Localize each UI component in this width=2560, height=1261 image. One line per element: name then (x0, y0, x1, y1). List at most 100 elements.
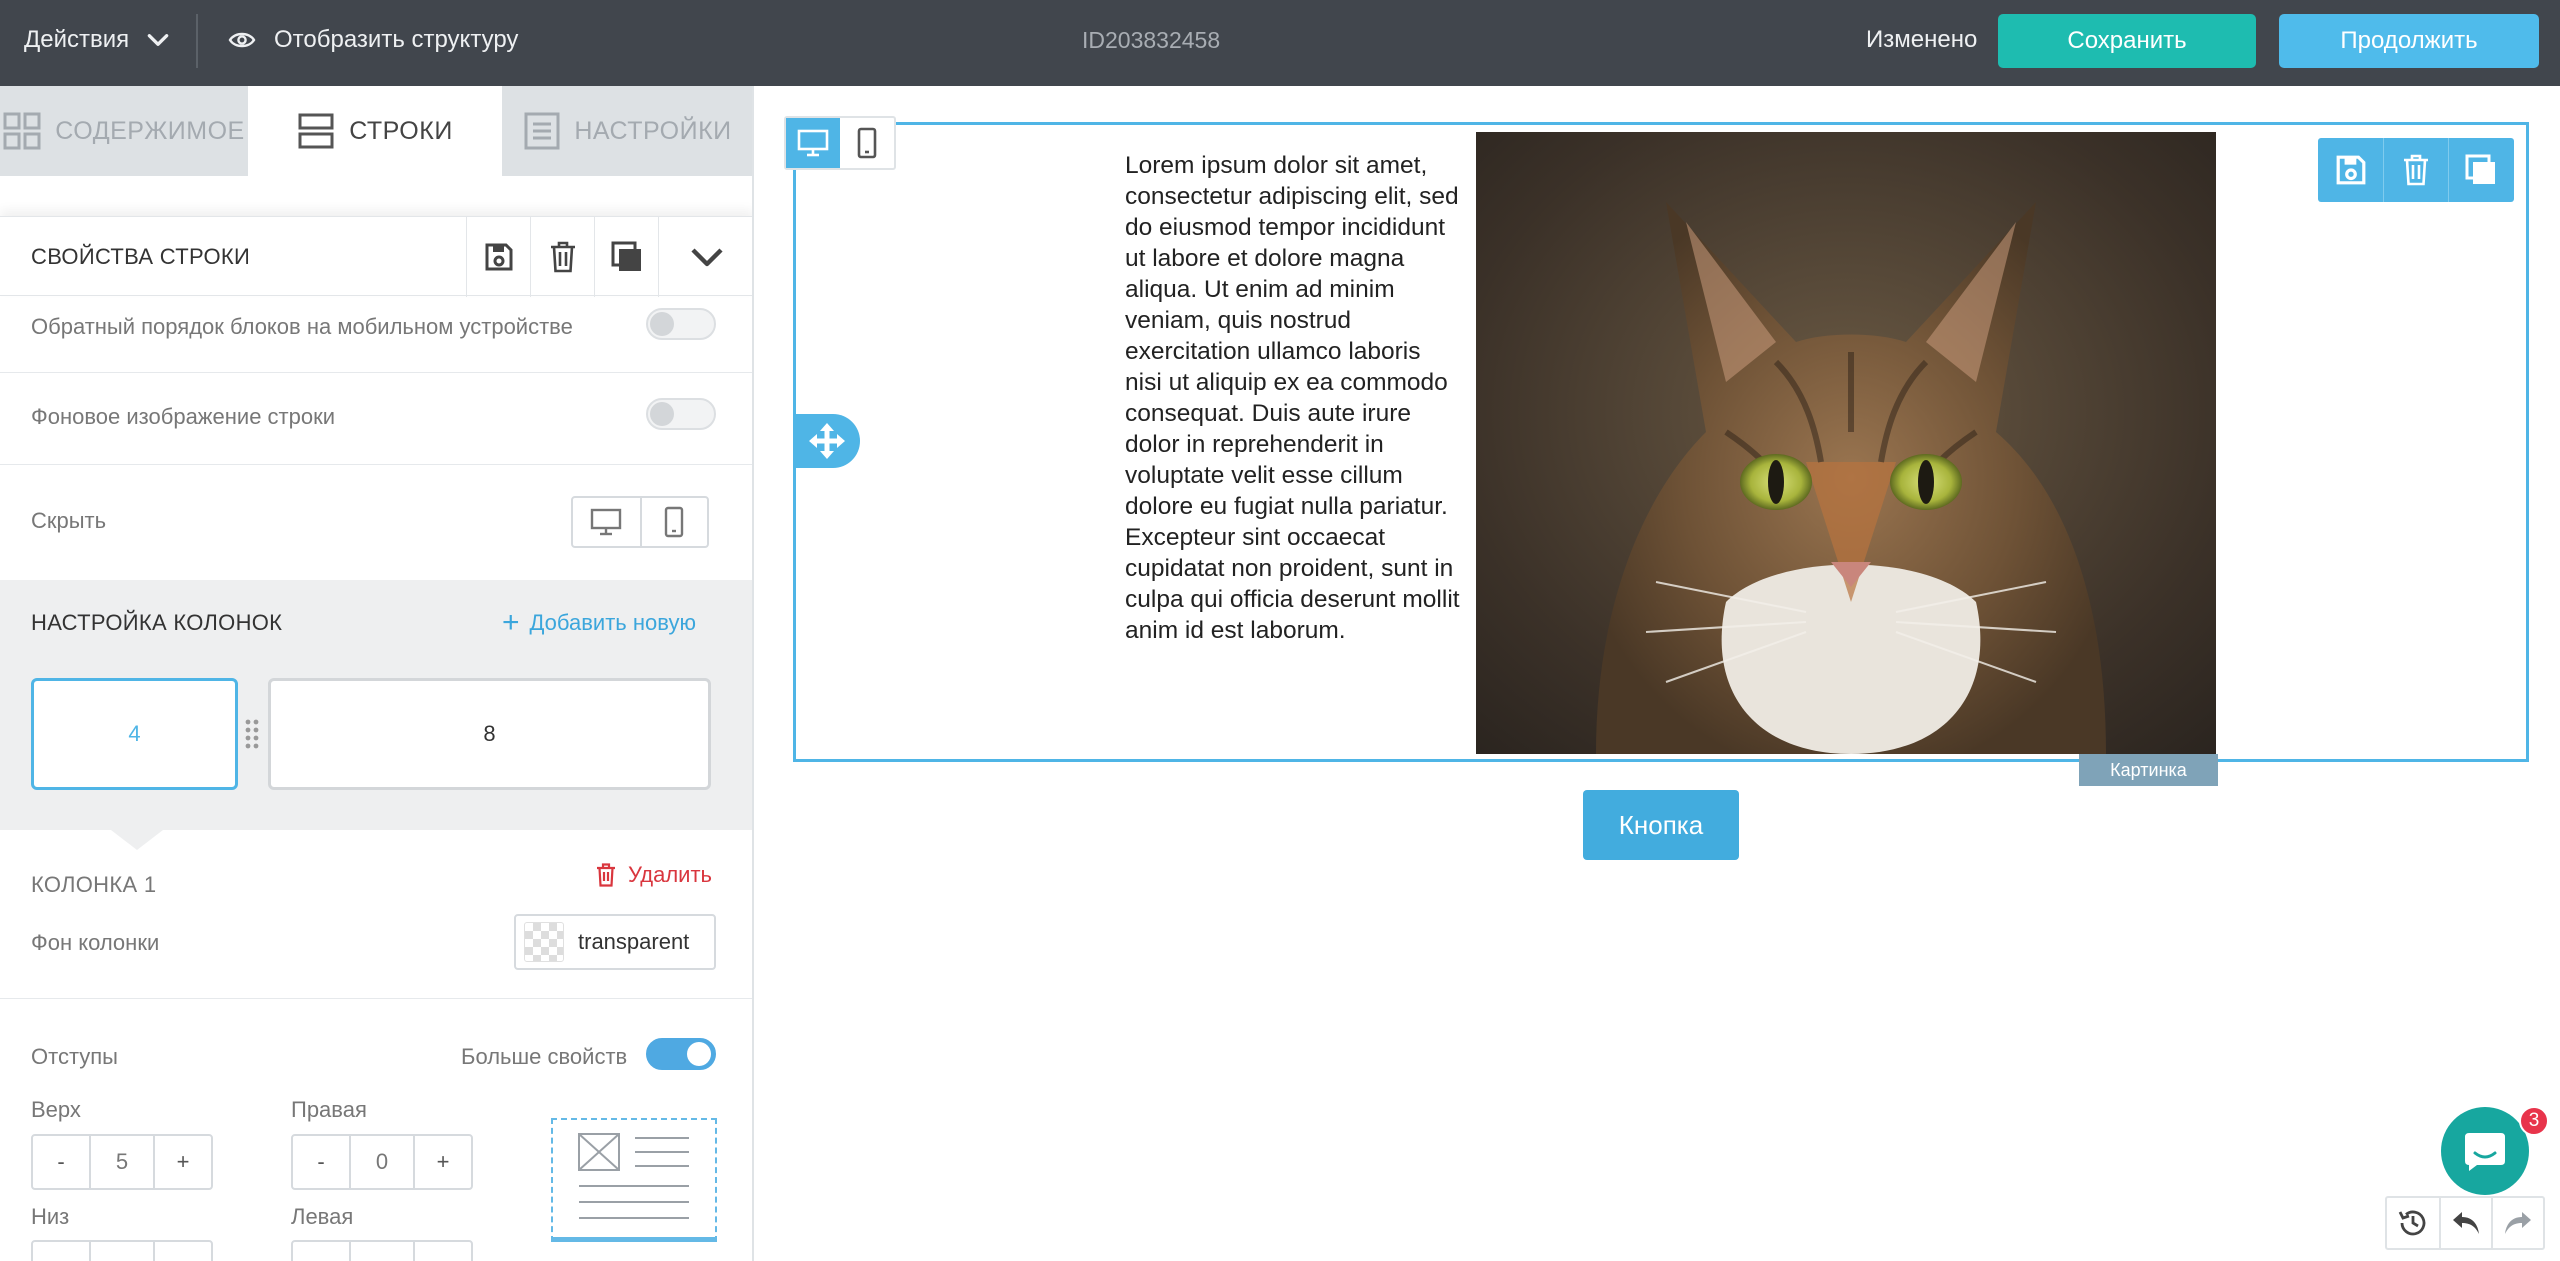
delete-column-label: Удалить (628, 862, 712, 887)
text-block[interactable]: Lorem ipsum dolor sit amet, consectetur … (1125, 150, 1460, 646)
tab-settings-label: НАСТРОЙКИ (574, 116, 732, 145)
padding-title: Отступы (31, 1044, 118, 1069)
rows-icon (298, 113, 334, 149)
undo-button[interactable] (2439, 1198, 2491, 1248)
drag-handle-icon[interactable] (244, 718, 260, 752)
column-2-box[interactable]: 8 (268, 678, 711, 790)
duplicate-icon (2465, 154, 2495, 184)
desktop-icon (797, 129, 829, 157)
padding-bottom-label: Низ (31, 1204, 70, 1229)
selected-column-pointer (111, 830, 163, 850)
desktop-view-button[interactable] (786, 118, 840, 168)
floppy-disk-icon (2336, 155, 2365, 185)
delete-row-button[interactable] (530, 217, 594, 297)
more-props-toggle[interactable] (646, 1038, 716, 1070)
image-block-tag: Картинка (2079, 754, 2218, 786)
top-bar: Действия Отобразить структуру ID20383245… (0, 0, 2560, 86)
chevron-down-icon (690, 248, 723, 267)
settings-panel: СОДЕРЖИМОЕ СТРОКИ НАСТРОЙКИ СВОЙСТВА СТР… (0, 86, 754, 1261)
hide-desktop-button[interactable] (573, 498, 640, 546)
trash-icon (2404, 154, 2428, 186)
save-row-button[interactable] (466, 217, 530, 297)
canvas-button-block[interactable]: Кнопка (1583, 790, 1739, 860)
row-toolbar (2318, 138, 2514, 202)
padding-top-decrement[interactable]: - (33, 1136, 89, 1188)
reverse-mobile-toggle[interactable] (646, 308, 716, 340)
desktop-icon (591, 508, 622, 536)
padding-bottom-stepper[interactable] (31, 1240, 213, 1261)
undo-icon (2453, 1212, 2479, 1234)
move-row-handle[interactable] (794, 414, 860, 468)
actions-menu[interactable]: Действия (24, 0, 171, 80)
bg-image-label: Фоновое изображение строки (31, 404, 336, 429)
collapse-button[interactable] (658, 217, 752, 297)
cat-image[interactable] (1476, 132, 2216, 754)
history-icon (2398, 1210, 2426, 1236)
stepper-segment (349, 1242, 415, 1261)
redo-button[interactable] (2491, 1198, 2543, 1248)
divider (0, 464, 752, 465)
column-bg-color-picker[interactable]: transparent (514, 914, 716, 970)
row-properties-header: СВОЙСТВА СТРОКИ (0, 216, 752, 297)
mobile-view-button[interactable] (840, 118, 894, 168)
show-structure-toggle[interactable]: Отобразить структуру (228, 0, 518, 80)
hide-device-group (571, 496, 709, 548)
hide-label: Скрыть (31, 508, 107, 533)
duplicate-row-icon-button[interactable] (2448, 138, 2513, 202)
stepper-segment (155, 1242, 211, 1261)
mobile-icon (857, 127, 877, 159)
tab-rows-label: СТРОКИ (349, 116, 453, 145)
column-bg-label: Фон колонки (31, 930, 160, 955)
add-column-button[interactable]: + Добавить новую (502, 606, 696, 639)
device-switch (784, 116, 896, 170)
history-button[interactable] (2387, 1198, 2439, 1248)
divider (0, 372, 752, 373)
divider (196, 14, 198, 68)
plus-icon: + (502, 606, 520, 639)
trash-icon (550, 241, 575, 273)
stepper-segment (415, 1242, 471, 1261)
delete-row-icon-button[interactable] (2383, 138, 2448, 202)
reverse-mobile-label: Обратный порядок блоков на мобильном уст… (31, 314, 573, 339)
divider (0, 998, 752, 999)
actions-label: Действия (24, 26, 130, 53)
floppy-disk-icon (485, 243, 512, 271)
padding-left-stepper[interactable] (291, 1240, 473, 1261)
padding-layout-preview (551, 1118, 717, 1242)
stepper-segment (293, 1242, 349, 1261)
toggle-knob (687, 1042, 711, 1066)
hide-mobile-button[interactable] (639, 498, 707, 546)
history-controls (2385, 1196, 2545, 1250)
save-status: Изменено (1866, 26, 1978, 53)
padding-right-increment[interactable]: + (415, 1136, 471, 1188)
padding-left-label: Левая (291, 1204, 354, 1229)
column-1-box[interactable]: 4 (31, 678, 238, 790)
bg-image-toggle[interactable] (646, 398, 716, 430)
toggle-knob (650, 312, 674, 336)
document-icon (524, 112, 560, 150)
save-button[interactable]: Сохранить (1998, 14, 2256, 68)
padding-top-increment[interactable]: + (155, 1136, 211, 1188)
save-row-icon-button[interactable] (2318, 138, 2383, 202)
duplicate-row-button[interactable] (594, 217, 658, 297)
padding-top-value[interactable]: 5 (89, 1136, 155, 1188)
chat-icon (2465, 1133, 2505, 1171)
row-properties-title: СВОЙСТВА СТРОКИ (31, 244, 251, 269)
add-column-label: Добавить новую (529, 610, 696, 635)
tab-content-label: СОДЕРЖИМОЕ (55, 116, 245, 145)
continue-button[interactable]: Продолжить (2279, 14, 2539, 68)
stepper-segment (89, 1242, 155, 1261)
toggle-knob (650, 402, 674, 426)
tab-content[interactable]: СОДЕРЖИМОЕ (0, 86, 248, 176)
panel-tabs: СОДЕРЖИМОЕ СТРОКИ НАСТРОЙКИ (0, 86, 752, 176)
delete-column-button[interactable]: Удалить (596, 862, 712, 888)
padding-right-decrement[interactable]: - (293, 1136, 349, 1188)
padding-right-value[interactable]: 0 (349, 1136, 415, 1188)
chat-widget-button[interactable] (2441, 1107, 2529, 1195)
tab-rows[interactable]: СТРОКИ (248, 86, 502, 176)
padding-top-label: Верх (31, 1097, 81, 1122)
mobile-icon (665, 506, 684, 538)
column-1-title: КОЛОНКА 1 (31, 872, 157, 897)
cat-photo (1476, 132, 2216, 754)
tab-settings[interactable]: НАСТРОЙКИ (502, 86, 752, 176)
